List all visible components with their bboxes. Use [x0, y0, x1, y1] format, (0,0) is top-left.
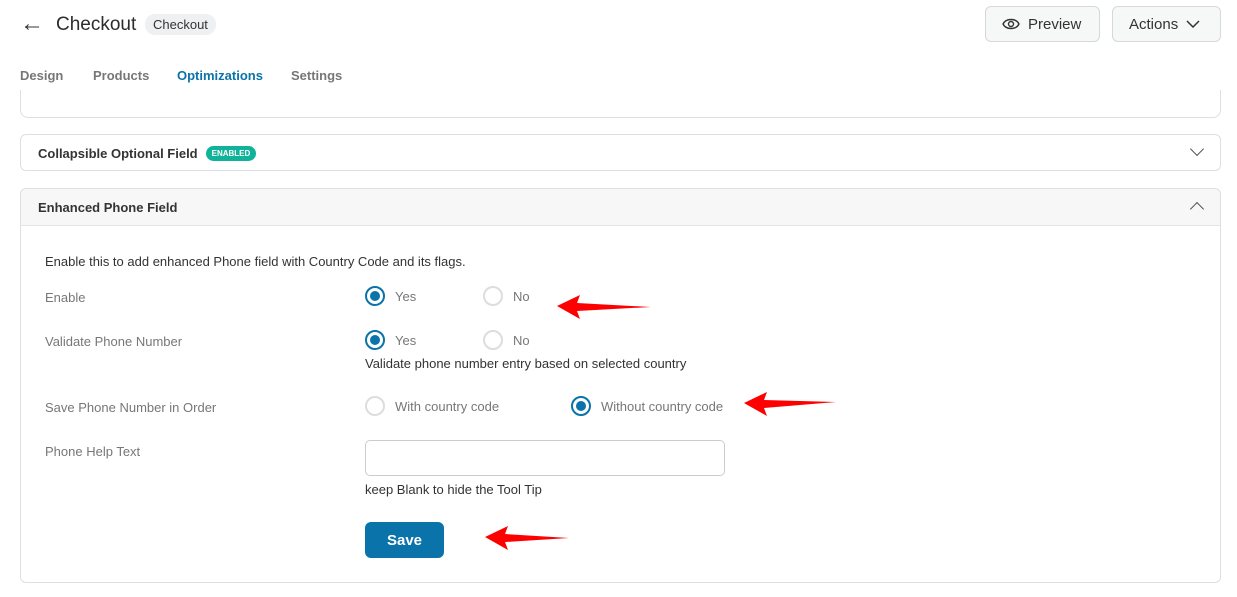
- card-title: Enhanced Phone Field: [38, 199, 178, 215]
- validate-label: Validate Phone Number: [45, 334, 183, 349]
- chevron-down-icon: [1186, 20, 1200, 28]
- radio-label: Yes: [395, 288, 417, 304]
- red-arrow-annotation: [744, 392, 836, 416]
- radio-checked-icon: [571, 396, 591, 416]
- radio-checked-icon: [365, 330, 385, 350]
- with-country-code-radio[interactable]: With country code: [365, 396, 499, 416]
- status-badge: ENABLED: [205, 146, 257, 161]
- without-country-code-radio[interactable]: Without country code: [571, 396, 723, 416]
- preview-button[interactable]: Preview: [985, 6, 1100, 42]
- enable-no-radio[interactable]: No: [483, 286, 530, 306]
- validate-help: Validate phone number entry based on sel…: [365, 356, 687, 371]
- page-title: Checkout: [56, 14, 137, 35]
- validate-yes-radio[interactable]: Yes: [365, 330, 416, 350]
- radio-label: Without country code: [601, 398, 724, 414]
- save-format-label: Save Phone Number in Order: [45, 400, 217, 415]
- tab-bar: Design Products Optimizations Settings: [20, 60, 1220, 95]
- previous-card-bottom: [20, 90, 1221, 118]
- radio-label: Yes: [395, 332, 417, 348]
- radio-checked-icon: [365, 286, 385, 306]
- radio-label: No: [513, 332, 530, 348]
- validate-no-radio[interactable]: No: [483, 330, 530, 350]
- actions-button[interactable]: Actions: [1112, 6, 1221, 42]
- radio-label: No: [513, 288, 530, 304]
- red-arrow-annotation: [557, 295, 651, 319]
- enable-label: Enable: [45, 290, 86, 305]
- card-title: Collapsible Optional Field: [38, 146, 198, 161]
- card-header[interactable]: Enhanced Phone Field: [21, 189, 1220, 226]
- save-button[interactable]: Save: [365, 522, 444, 558]
- phone-help-text-input[interactable]: [365, 440, 725, 476]
- help-text-label: Phone Help Text: [45, 444, 141, 459]
- help-text-hint: keep Blank to hide the Tool Tip: [365, 482, 542, 497]
- description: Enable this to add enhanced Phone field …: [45, 254, 466, 269]
- preview-label: Preview: [1028, 15, 1082, 33]
- collapsible-optional-field-card[interactable]: Collapsible Optional Field ENABLED: [20, 134, 1221, 171]
- enable-yes-radio[interactable]: Yes: [365, 286, 416, 306]
- eye-icon: [1002, 18, 1020, 30]
- tab-products[interactable]: Products: [93, 68, 149, 83]
- enhanced-phone-field-card: Enhanced Phone Field: [20, 188, 1221, 583]
- tab-design[interactable]: Design: [20, 68, 63, 83]
- radio-unchecked-icon: [483, 330, 503, 350]
- red-arrow-annotation: [485, 526, 569, 550]
- page-type-chip: Checkout: [145, 14, 216, 35]
- radio-unchecked-icon: [365, 396, 385, 416]
- arrow-left-icon[interactable]: ←: [20, 12, 44, 36]
- actions-label: Actions: [1129, 15, 1179, 33]
- tab-settings[interactable]: Settings: [291, 68, 342, 83]
- radio-unchecked-icon: [483, 286, 503, 306]
- radio-label: With country code: [395, 398, 500, 414]
